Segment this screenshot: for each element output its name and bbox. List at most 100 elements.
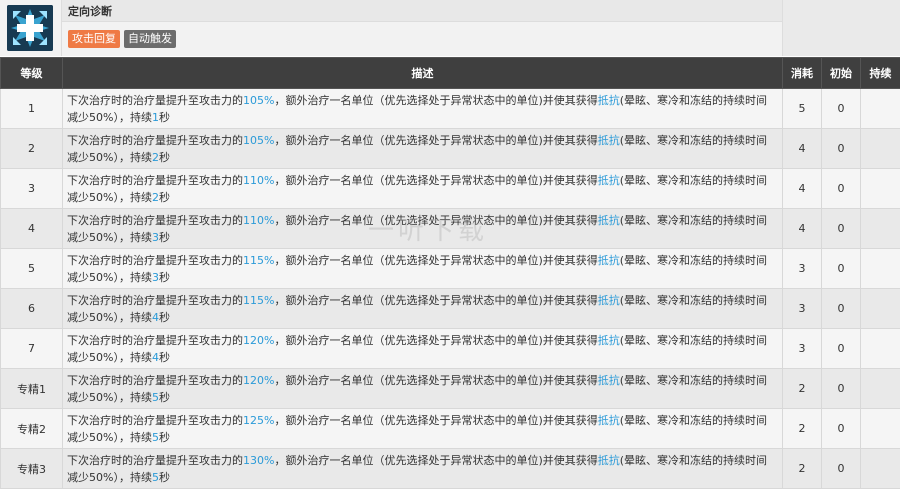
col-header-cost: 消耗 [783, 58, 822, 89]
level-cell: 2 [1, 129, 63, 169]
desc-seconds-value: 4 [152, 311, 159, 324]
initial-cell: 0 [822, 129, 861, 169]
level-cell: 4 [1, 209, 63, 249]
cost-cell: 4 [783, 169, 822, 209]
initial-cell: 0 [822, 369, 861, 409]
desc-seconds-value: 2 [152, 151, 159, 164]
tag-recovery-type: 攻击回复 [68, 30, 120, 48]
cost-cell: 4 [783, 209, 822, 249]
desc-mid: ，额外治疗一名单位（优先选择处于异常状态中的单位)并使其获得 [274, 94, 597, 107]
cost-cell: 5 [783, 89, 822, 129]
initial-cell: 0 [822, 169, 861, 209]
desc-sec-unit: 秒 [159, 111, 170, 124]
desc-cell: 下次治疗时的治疗量提升至攻击力的115%，额外治疗一名单位（优先选择处于异常状态… [63, 289, 783, 329]
desc-cell: 下次治疗时的治疗量提升至攻击力的110%，额外治疗一名单位（优先选择处于异常状态… [63, 169, 783, 209]
level-cell: 专精3 [1, 449, 63, 489]
level-cell: 7 [1, 329, 63, 369]
desc-keyword-link[interactable]: 抵抗 [598, 174, 620, 187]
cost-cell: 3 [783, 329, 822, 369]
duration-cell [861, 289, 900, 329]
desc-cell: 下次治疗时的治疗量提升至攻击力的110%，额外治疗一名单位（优先选择处于异常状态… [63, 209, 783, 249]
desc-pre: 下次治疗时的治疗量提升至攻击力的 [67, 414, 243, 427]
skill-header: 定向诊断 攻击回复 自动触发 [0, 0, 900, 56]
desc-keyword-link[interactable]: 抵抗 [598, 94, 620, 107]
header-right-cell [782, 0, 900, 56]
desc-pre: 下次治疗时的治疗量提升至攻击力的 [67, 334, 243, 347]
skill-page: 定向诊断 攻击回复 自动触发 等级 描述 消耗 初始 持续 1下次治疗时的治疗量… [0, 0, 900, 465]
desc-pre: 下次治疗时的治疗量提升至攻击力的 [67, 174, 243, 187]
col-header-duration: 持续 [861, 58, 900, 89]
desc-percent-value: 105% [243, 134, 274, 147]
desc-seconds-value: 3 [152, 231, 159, 244]
desc-mid: ，额外治疗一名单位（优先选择处于异常状态中的单位)并使其获得 [274, 214, 597, 227]
desc-keyword-link[interactable]: 抵抗 [598, 334, 620, 347]
duration-cell [861, 249, 900, 289]
desc-sec-unit: 秒 [159, 431, 170, 444]
initial-cell: 0 [822, 289, 861, 329]
col-header-initial: 初始 [822, 58, 861, 89]
desc-keyword-link[interactable]: 抵抗 [598, 214, 620, 227]
table-row: 7下次治疗时的治疗量提升至攻击力的120%，额外治疗一名单位（优先选择处于异常状… [1, 329, 900, 369]
desc-keyword-link[interactable]: 抵抗 [598, 134, 620, 147]
desc-seconds-value: 3 [152, 271, 159, 284]
desc-keyword-link[interactable]: 抵抗 [598, 374, 620, 387]
desc-cell: 下次治疗时的治疗量提升至攻击力的115%，额外治疗一名单位（优先选择处于异常状态… [63, 249, 783, 289]
desc-mid: ，额外治疗一名单位（优先选择处于异常状态中的单位)并使其获得 [274, 414, 597, 427]
desc-pre: 下次治疗时的治疗量提升至攻击力的 [67, 94, 243, 107]
desc-pre: 下次治疗时的治疗量提升至攻击力的 [67, 214, 243, 227]
desc-keyword-link[interactable]: 抵抗 [598, 254, 620, 267]
skill-tags: 攻击回复 自动触发 [62, 22, 782, 56]
desc-mid: ，额外治疗一名单位（优先选择处于异常状态中的单位)并使其获得 [274, 174, 597, 187]
table-row: 5下次治疗时的治疗量提升至攻击力的115%，额外治疗一名单位（优先选择处于异常状… [1, 249, 900, 289]
desc-percent-value: 120% [243, 374, 274, 387]
table-row: 3下次治疗时的治疗量提升至攻击力的110%，额外治疗一名单位（优先选择处于异常状… [1, 169, 900, 209]
desc-percent-value: 115% [243, 294, 274, 307]
desc-cell: 下次治疗时的治疗量提升至攻击力的125%，额外治疗一名单位（优先选择处于异常状态… [63, 409, 783, 449]
desc-cell: 下次治疗时的治疗量提升至攻击力的105%，额外治疗一名单位（优先选择处于异常状态… [63, 129, 783, 169]
desc-keyword-link[interactable]: 抵抗 [598, 414, 620, 427]
initial-cell: 0 [822, 409, 861, 449]
table-row: 2下次治疗时的治疗量提升至攻击力的105%，额外治疗一名单位（优先选择处于异常状… [1, 129, 900, 169]
table-row: 专精1下次治疗时的治疗量提升至攻击力的120%，额外治疗一名单位（优先选择处于异… [1, 369, 900, 409]
desc-cell: 下次治疗时的治疗量提升至攻击力的105%，额外治疗一名单位（优先选择处于异常状态… [63, 89, 783, 129]
initial-cell: 0 [822, 329, 861, 369]
level-cell: 5 [1, 249, 63, 289]
desc-seconds-value: 5 [152, 431, 159, 444]
medic-cross-icon [7, 5, 53, 51]
desc-pre: 下次治疗时的治疗量提升至攻击力的 [67, 134, 243, 147]
level-cell: 专精2 [1, 409, 63, 449]
desc-cell: 下次治疗时的治疗量提升至攻击力的120%，额外治疗一名单位（优先选择处于异常状态… [63, 329, 783, 369]
desc-seconds-value: 4 [152, 351, 159, 364]
desc-percent-value: 105% [243, 94, 274, 107]
desc-sec-unit: 秒 [159, 311, 170, 324]
desc-keyword-link[interactable]: 抵抗 [598, 294, 620, 307]
table-row: 4下次治疗时的治疗量提升至攻击力的110%，额外治疗一名单位（优先选择处于异常状… [1, 209, 900, 249]
desc-seconds-value: 1 [152, 111, 159, 124]
duration-cell [861, 89, 900, 129]
desc-seconds-value: 5 [152, 391, 159, 404]
desc-pre: 下次治疗时的治疗量提升至攻击力的 [67, 294, 243, 307]
desc-cell: 下次治疗时的治疗量提升至攻击力的120%，额外治疗一名单位（优先选择处于异常状态… [63, 369, 783, 409]
cost-cell: 2 [783, 449, 822, 489]
table-row: 专精2下次治疗时的治疗量提升至攻击力的125%，额外治疗一名单位（优先选择处于异… [1, 409, 900, 449]
desc-sec-unit: 秒 [159, 271, 170, 284]
duration-cell [861, 329, 900, 369]
desc-seconds-value: 5 [152, 471, 159, 484]
desc-mid: ，额外治疗一名单位（优先选择处于异常状态中的单位)并使其获得 [274, 334, 597, 347]
desc-percent-value: 115% [243, 254, 274, 267]
level-cell: 6 [1, 289, 63, 329]
skill-icon-cell [0, 0, 62, 56]
table-row: 6下次治疗时的治疗量提升至攻击力的115%，额外治疗一名单位（优先选择处于异常状… [1, 289, 900, 329]
initial-cell: 0 [822, 89, 861, 129]
col-header-level: 等级 [1, 58, 63, 89]
desc-sec-unit: 秒 [159, 391, 170, 404]
duration-cell [861, 209, 900, 249]
desc-mid: ，额外治疗一名单位（优先选择处于异常状态中的单位)并使其获得 [274, 294, 597, 307]
col-header-desc: 描述 [63, 58, 783, 89]
desc-pre: 下次治疗时的治疗量提升至攻击力的 [67, 374, 243, 387]
cost-cell: 3 [783, 289, 822, 329]
initial-cell: 0 [822, 209, 861, 249]
table-header-row: 等级 描述 消耗 初始 持续 [1, 58, 900, 89]
cost-cell: 4 [783, 129, 822, 169]
cost-cell: 2 [783, 409, 822, 449]
